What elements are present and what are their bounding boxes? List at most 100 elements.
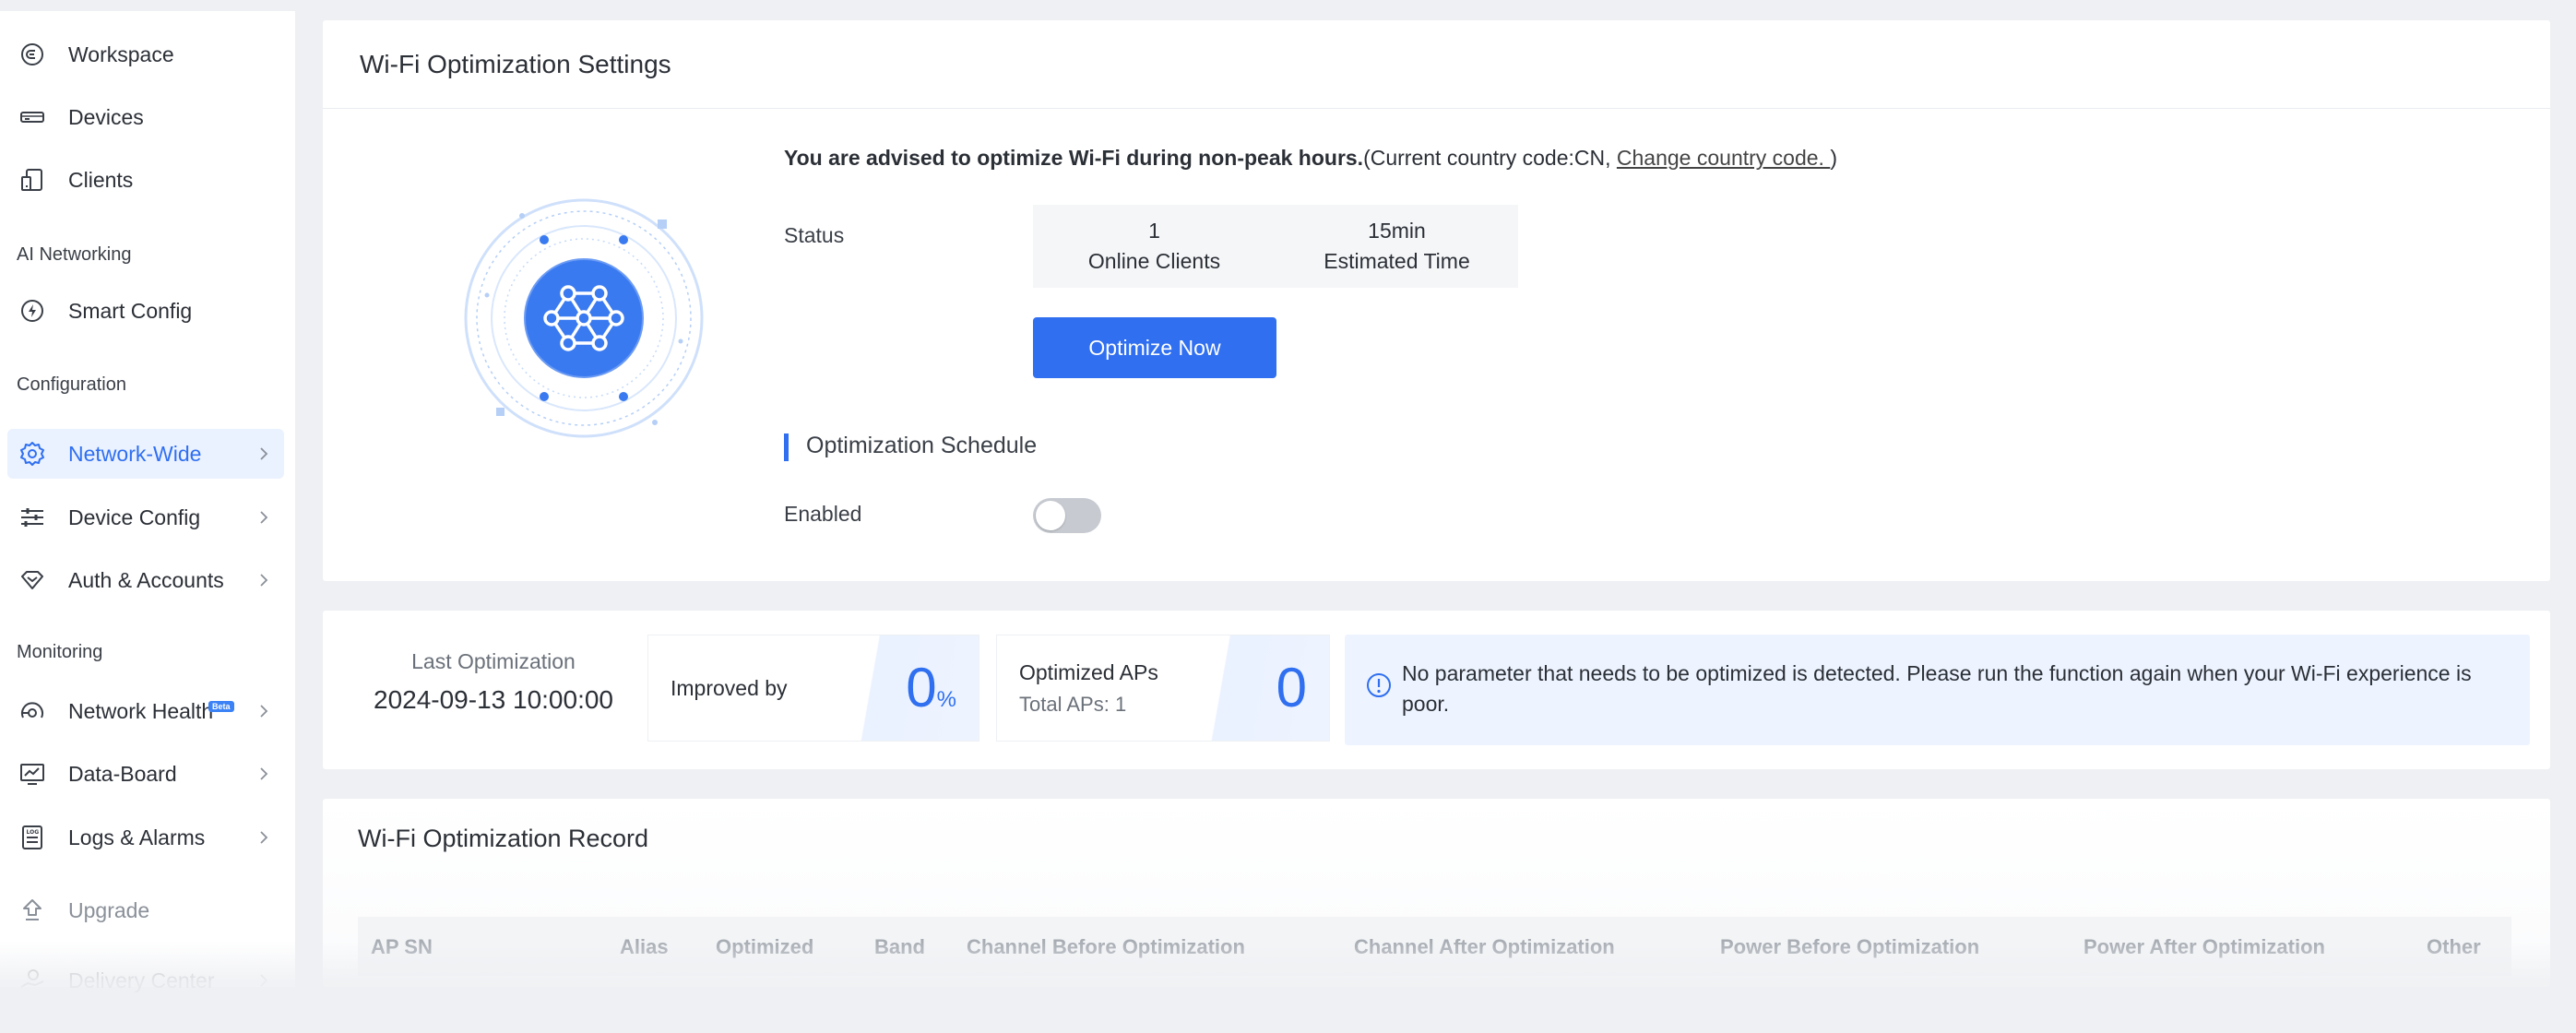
estimated-time-value: 15min [1368, 219, 1426, 243]
improved-by-metric: Improved by 0% [647, 635, 979, 742]
sidebar: Workspace Devices Clients AI Networking … [0, 0, 295, 992]
optimized-aps-label: Optimized APs [1019, 659, 1158, 684]
sidebar-item-clients[interactable]: Clients [7, 155, 284, 205]
column-header-channel-before[interactable]: Channel Before Optimization [967, 935, 1245, 959]
column-header-power-before[interactable]: Power Before Optimization [1720, 935, 1979, 959]
info-icon [1367, 673, 1391, 697]
optimized-aps-value: 0 [1276, 657, 1307, 718]
optimize-now-button[interactable]: Optimize Now [1033, 317, 1276, 378]
advice-bold: You are advised to optimize Wi-Fi during… [784, 146, 1364, 170]
sliders-icon [17, 502, 48, 533]
chevron-right-icon [260, 574, 268, 587]
last-optimization-label: Last Optimization [411, 649, 576, 673]
column-header-power-after[interactable]: Power After Optimization [2083, 935, 2325, 959]
last-optimization-date: 2024-09-13 10:00:00 [374, 685, 613, 714]
sidebar-item-label: Upgrade [68, 897, 150, 922]
improved-by-value: 0% [906, 656, 956, 719]
optimized-aps-metric: Optimized APs Total APs: 1 0 [996, 635, 1330, 742]
enabled-label: Enabled [784, 502, 862, 526]
improved-by-number: 0 [906, 657, 937, 718]
chevron-right-icon [260, 705, 268, 718]
optimization-summary-card: Last Optimization 2024-09-13 10:00:00 Im… [323, 611, 2550, 769]
sidebar-item-network-wide[interactable]: Network-Wide [7, 429, 284, 479]
sidebar-item-label: Network Health [68, 698, 214, 723]
sidebar-item-label: Logs & Alarms [68, 825, 206, 849]
column-header-ap-sn[interactable]: AP SN [371, 935, 433, 959]
beta-badge: Beta [208, 701, 234, 712]
improved-by-label: Improved by [671, 675, 788, 700]
total-aps-label: Total APs: 1 [1019, 692, 1127, 716]
improved-by-unit: % [936, 687, 956, 712]
status-summary: 1 Online Clients 15min Estimated Time [1033, 205, 1518, 288]
sidebar-item-label: Workspace [68, 42, 174, 66]
sidebar-item-auth-accounts[interactable]: Auth & Accounts [7, 555, 284, 605]
schedule-enabled-toggle[interactable] [1033, 498, 1101, 533]
table-header: AP SN Alias Optimized Band Channel Befor… [358, 917, 2511, 976]
metric-background [1200, 635, 1329, 741]
chevron-right-icon [260, 831, 268, 844]
column-header-band[interactable]: Band [874, 935, 925, 959]
info-message: No parameter that needs to be optimized … [1402, 661, 2472, 716]
gear-icon [17, 438, 48, 469]
network-illustration-icon [464, 198, 704, 438]
card-header: Wi-Fi Optimization Settings [323, 20, 2550, 109]
sidebar-item-label: Clients [68, 167, 134, 192]
section-configuration: Configuration [17, 374, 126, 395]
logs-icon: LOG [17, 822, 48, 853]
data-board-icon [17, 758, 48, 790]
column-header-alias[interactable]: Alias [620, 935, 669, 959]
optimization-record-card: Wi-Fi Optimization Record AP SN Alias Op… [323, 799, 2550, 987]
workspace-icon [17, 39, 48, 70]
delivery-icon [17, 965, 48, 996]
sidebar-item-data-board[interactable]: Data-Board [7, 749, 284, 799]
sidebar-item-smart-config[interactable]: Smart Config [7, 286, 284, 336]
advice-country: (Current country code:CN, [1363, 146, 1617, 170]
sidebar-item-label: Smart Config [68, 298, 193, 323]
record-title: Wi-Fi Optimization Record [358, 825, 649, 852]
devices-icon [17, 101, 48, 133]
schedule-title: Optimization Schedule [806, 433, 1038, 458]
estimated-time-stat: 15min Estimated Time [1276, 205, 1518, 288]
column-header-optimized[interactable]: Optimized [716, 935, 813, 959]
estimated-time-label: Estimated Time [1324, 249, 1470, 273]
column-header-other[interactable]: Other [2427, 935, 2481, 959]
last-optimization: Last Optimization 2024-09-13 10:00:00 [323, 649, 664, 715]
sidebar-item-upgrade[interactable]: Upgrade [7, 885, 284, 935]
section-monitoring: Monitoring [17, 642, 103, 662]
sidebar-item-label: Delivery Center [68, 968, 215, 992]
metric-text: Optimized APs Total APs: 1 [1019, 635, 1158, 741]
svg-text:LOG: LOG [27, 829, 40, 836]
sidebar-item-label: Device Config [68, 505, 201, 529]
network-health-icon [17, 695, 48, 727]
upgrade-icon [17, 895, 48, 926]
sidebar-item-devices[interactable]: Devices [7, 92, 284, 142]
sidebar-item-logs-alarms[interactable]: LOG Logs & Alarms [7, 813, 284, 862]
chevron-right-icon [260, 974, 268, 987]
sidebar-item-device-config[interactable]: Device Config [7, 493, 284, 542]
sidebar-item-label: Data-Board [68, 761, 177, 786]
sidebar-item-workspace[interactable]: Workspace [7, 30, 284, 79]
chevron-right-icon [260, 511, 268, 524]
chevron-right-icon [260, 767, 268, 780]
page-title: Wi-Fi Optimization Settings [360, 49, 671, 78]
optimization-settings-card: Wi-Fi Optimization Settings You are advi… [323, 20, 2550, 581]
online-clients-stat: 1 Online Clients [1033, 205, 1276, 288]
auth-icon [17, 564, 48, 596]
smart-config-icon [17, 295, 48, 327]
sidebar-item-label: Auth & Accounts [68, 567, 224, 592]
change-country-code-link[interactable]: Change country code. [1617, 146, 1830, 170]
sidebar-item-delivery-center[interactable]: Delivery Center [7, 956, 284, 1005]
column-header-channel-after[interactable]: Channel After Optimization [1354, 935, 1615, 959]
toggle-knob [1036, 501, 1065, 530]
clients-icon [17, 164, 48, 196]
section-ai-networking: AI Networking [17, 244, 132, 265]
sidebar-item-label: Network-Wide [68, 441, 202, 466]
sidebar-item-label: Devices [68, 104, 144, 129]
advice-end: ) [1830, 146, 1838, 170]
online-clients-label: Online Clients [1087, 249, 1221, 273]
sidebar-item-network-health[interactable]: Network Health Beta [7, 686, 284, 736]
online-clients-value: 1 [1148, 219, 1160, 243]
chevron-right-icon [260, 447, 268, 460]
info-notice: No parameter that needs to be optimized … [1345, 635, 2530, 745]
advice-text: You are advised to optimize Wi-Fi during… [784, 146, 1837, 171]
